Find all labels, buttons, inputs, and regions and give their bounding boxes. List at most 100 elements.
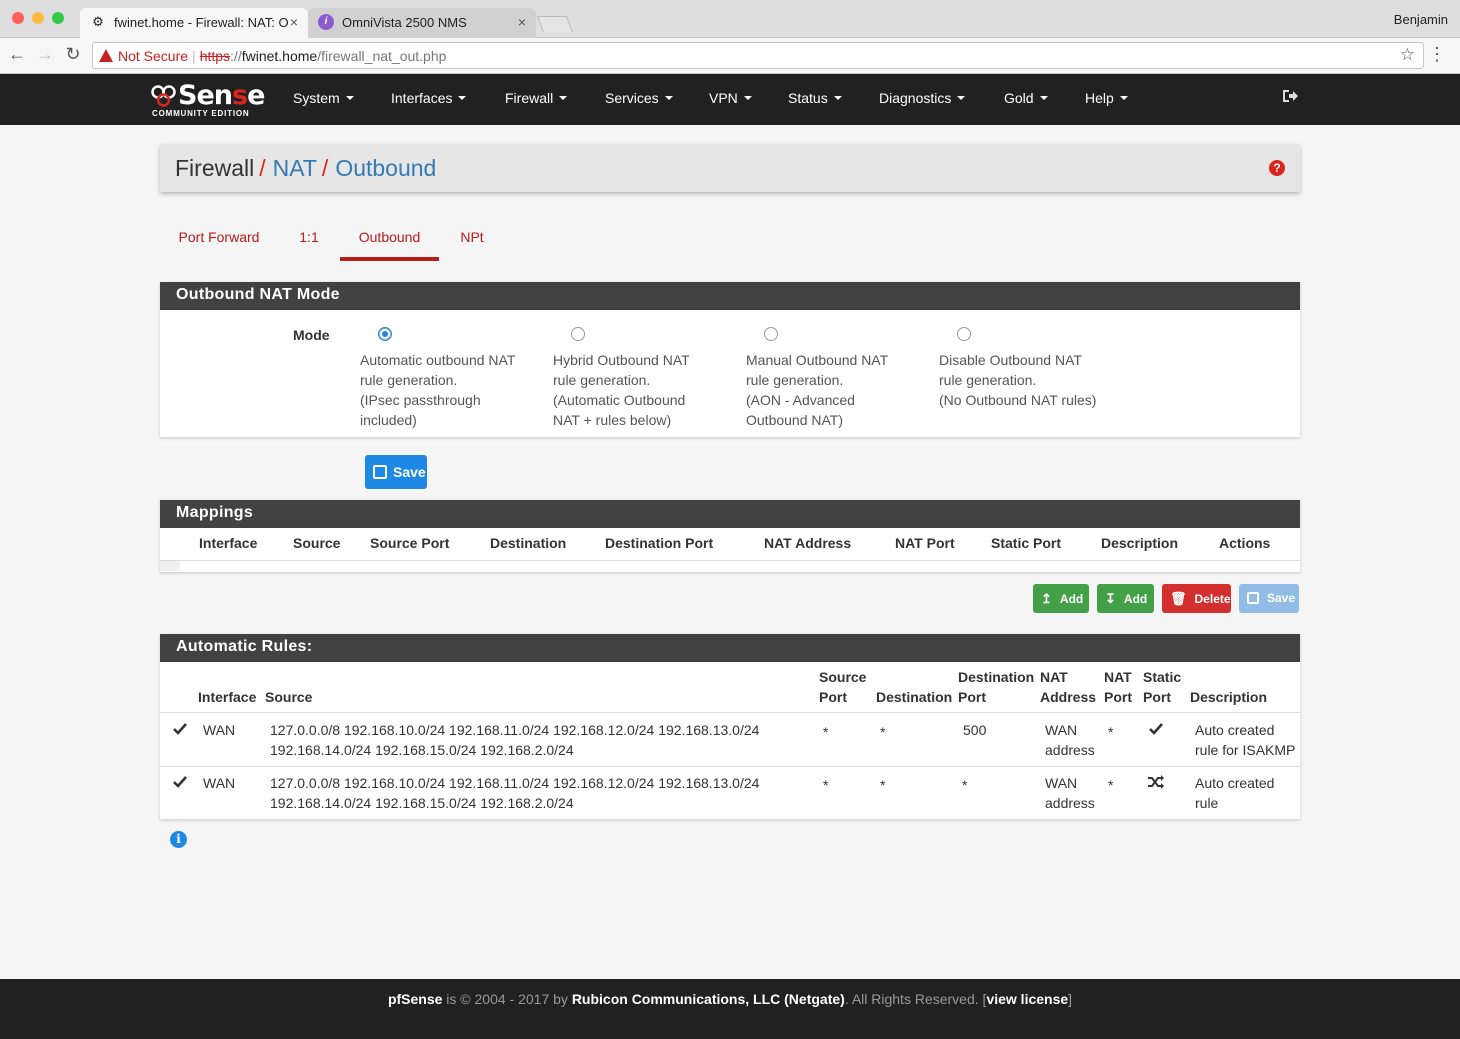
col-source: Source: [265, 689, 313, 705]
col-description: Description: [1101, 535, 1179, 551]
menu-system[interactable]: System: [293, 90, 354, 106]
close-tab-icon[interactable]: ×: [518, 14, 526, 30]
browser-tab-title: fwinet.home - Firewall: NAT: O: [114, 15, 289, 30]
new-tab-button[interactable]: [537, 16, 573, 32]
save-mappings-button[interactable]: Save: [1239, 584, 1299, 613]
forward-arrow-icon[interactable]: →: [34, 44, 56, 65]
trash-icon: 🗑: [1170, 591, 1187, 606]
mode-label: Mode: [293, 327, 330, 343]
rule-destination-port: 500: [963, 722, 987, 738]
caret-down-icon: [743, 96, 752, 100]
breadcrumb-nat[interactable]: NAT: [273, 155, 317, 181]
col-destination-port: Destination Port: [605, 535, 714, 551]
col-source-port: Source Port: [370, 535, 450, 551]
rule-nat-port: *: [1108, 777, 1114, 793]
outbound-nat-mode-panel: Outbound NAT Mode Mode Automatic outboun…: [160, 282, 1300, 437]
view-license-link[interactable]: view license: [986, 991, 1068, 1007]
rule-nat-address: WAN address: [1045, 775, 1095, 811]
help-icon[interactable]: ?: [1269, 160, 1285, 176]
menu-help[interactable]: Help: [1085, 90, 1128, 106]
col-nat-address: NAT Address: [1040, 669, 1097, 705]
browser-toolbar: ← → ↻ Not Secure | https://fwinet.home/fir…: [0, 38, 1460, 74]
maximize-window-button[interactable]: [52, 12, 64, 24]
rule-source: 127.0.0.0/8 192.168.10.0/24 192.168.11.0…: [270, 775, 760, 811]
col-interface: Interface: [198, 689, 257, 705]
caret-down-icon: [345, 96, 354, 100]
col-nat-address: NAT Address: [764, 535, 852, 551]
logout-icon[interactable]: [1282, 89, 1298, 108]
menu-vpn[interactable]: VPN: [709, 90, 752, 106]
caret-down-icon: [1119, 96, 1128, 100]
tab-npt[interactable]: NPt: [447, 218, 497, 261]
menu-interfaces[interactable]: Interfaces: [391, 90, 467, 106]
mode-radio-hybrid[interactable]: [571, 327, 585, 341]
url-host: fwinet.home: [241, 48, 318, 64]
rule-source-port: *: [823, 724, 829, 740]
save-mode-button[interactable]: Save: [365, 455, 427, 489]
main-navbar: Sense COMMUNITY EDITION System Interface…: [0, 74, 1460, 125]
static-port-check-icon: [1149, 723, 1163, 735]
browser-tab-omnivista[interactable]: i OmniVista 2500 NMS ×: [308, 8, 536, 38]
breadcrumb-outbound[interactable]: Outbound: [335, 155, 436, 181]
back-arrow-icon[interactable]: ←: [6, 44, 28, 65]
col-static-port: Static Port: [1143, 669, 1182, 705]
caret-down-icon: [559, 96, 568, 100]
info-icon[interactable]: i: [170, 831, 187, 848]
rule-description: Auto created rule: [1195, 775, 1275, 811]
mode-radio-automatic[interactable]: [378, 327, 392, 341]
footer-company-link[interactable]: Rubicon Communications, LLC (Netgate): [572, 991, 845, 1007]
arrow-up-icon: ↥: [1041, 591, 1052, 606]
rule-source-port: *: [823, 777, 829, 793]
footer-brand: pfSense: [387, 991, 443, 1007]
panel-title: Mappings: [160, 500, 1300, 528]
close-window-button[interactable]: [12, 12, 24, 24]
col-nat-port: NAT Port: [1104, 669, 1132, 705]
address-bar[interactable]: Not Secure | https://fwinet.home/firewall_…: [92, 42, 1424, 69]
menu-diagnostics[interactable]: Diagnostics: [879, 90, 966, 106]
save-disk-icon: [1247, 592, 1259, 604]
add-rule-top-button[interactable]: ↥ Add: [1033, 584, 1089, 613]
omnivista-favicon-icon: i: [318, 14, 334, 30]
nat-tabs: Port Forward 1:1 Outbound NPt: [160, 218, 560, 262]
logo-wordmark: Sense: [178, 80, 265, 111]
caret-down-icon: [664, 96, 673, 100]
mode-option-manual[interactable]: Manual Outbound NAT rule generation. (AO…: [746, 327, 921, 430]
col-description: Description: [1190, 689, 1268, 705]
col-destination-port: Destination Port: [958, 669, 1035, 705]
minimize-window-button[interactable]: [32, 12, 44, 24]
pfsense-rings-icon: [151, 85, 176, 107]
col-source-port: Source Port: [819, 669, 867, 705]
pfsense-favicon-icon: ⚙: [92, 14, 104, 29]
mode-radio-disable[interactable]: [957, 327, 971, 341]
rule-destination: *: [880, 724, 886, 740]
browser-tab-title: OmniVista 2500 NMS: [342, 15, 467, 30]
menu-services[interactable]: Services: [605, 90, 673, 106]
caret-down-icon: [1039, 96, 1048, 100]
rule-nat-address: WAN address: [1045, 722, 1095, 758]
menu-status[interactable]: Status: [788, 90, 842, 106]
add-rule-bottom-button[interactable]: ↧ Add: [1097, 584, 1154, 613]
browser-profile[interactable]: Benjamin: [1394, 12, 1448, 27]
mode-radio-manual[interactable]: [764, 327, 778, 341]
browser-tab-pfsense[interactable]: ⚙ fwinet.home - Firewall: NAT: O ×: [80, 8, 308, 38]
mode-option-disable[interactable]: Disable Outbound NAT rule generation. (N…: [939, 327, 1114, 410]
menu-gold[interactable]: Gold: [1004, 90, 1048, 106]
mode-option-automatic[interactable]: Automatic outbound NAT rule generation. …: [360, 327, 535, 430]
close-tab-icon[interactable]: ×: [290, 14, 298, 30]
delete-button[interactable]: 🗑 Delete: [1162, 584, 1231, 613]
browser-menu-icon[interactable]: ⋮: [1428, 44, 1446, 65]
menu-firewall[interactable]: Firewall: [505, 90, 568, 106]
not-secure-label[interactable]: Not Secure: [118, 48, 188, 64]
rule-source: 127.0.0.0/8 192.168.10.0/24 192.168.11.0…: [270, 722, 760, 758]
mode-option-hybrid[interactable]: Hybrid Outbound NAT rule generation. (Au…: [553, 327, 728, 430]
tab-one-to-one[interactable]: 1:1: [286, 218, 332, 261]
enabled-check-icon: [173, 723, 187, 735]
save-disk-icon: [373, 465, 387, 479]
tab-port-forward[interactable]: Port Forward: [160, 218, 278, 261]
caret-down-icon: [957, 96, 966, 100]
col-destination: Destination: [876, 689, 953, 705]
pfsense-logo[interactable]: Sense COMMUNITY EDITION: [150, 80, 265, 120]
reload-icon[interactable]: ↻: [62, 44, 84, 65]
tab-outbound[interactable]: Outbound: [340, 218, 439, 261]
bookmark-star-icon[interactable]: ☆: [1400, 45, 1415, 65]
